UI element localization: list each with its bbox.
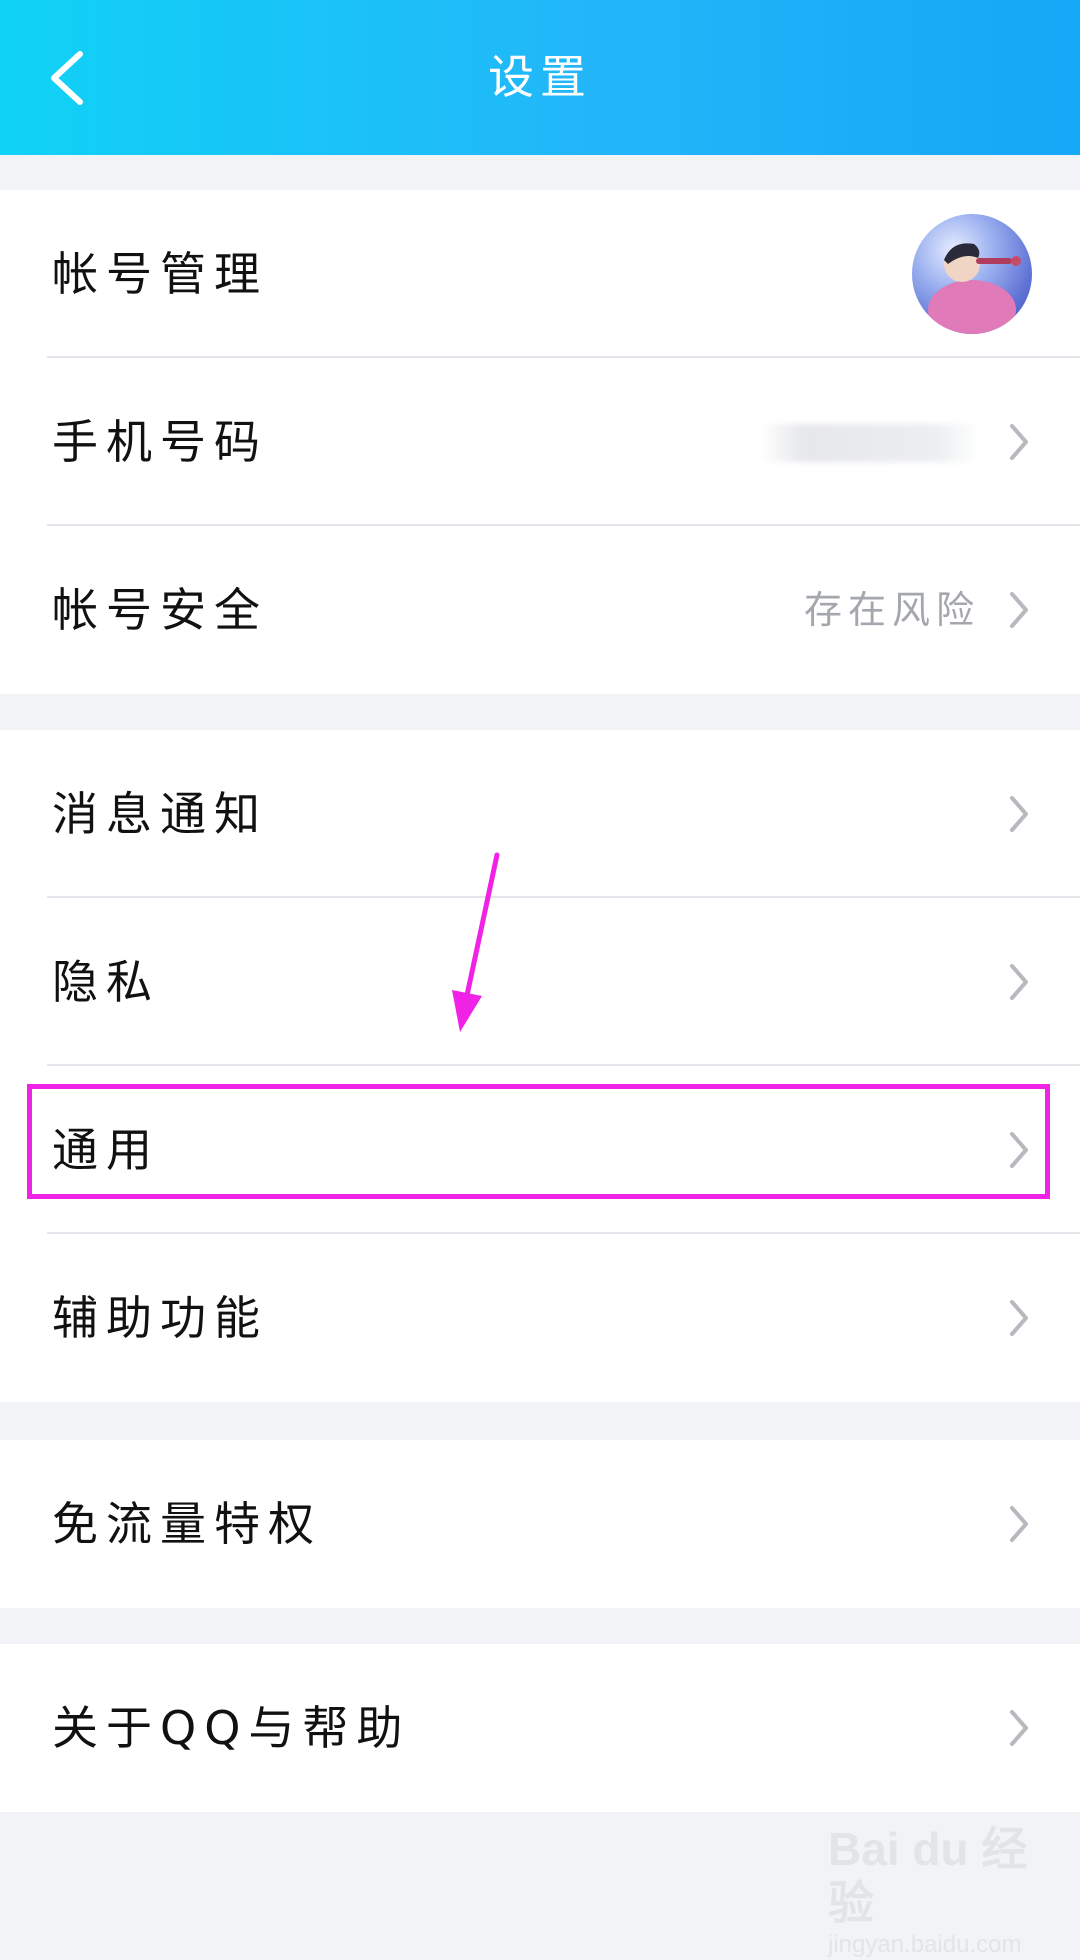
settings-item-account-management[interactable]: 帐号管理 [0, 190, 1080, 358]
settings-item-phone-number[interactable]: 手机号码 [0, 358, 1080, 526]
settings-item-label: 辅助功能 [52, 1291, 268, 1345]
header-bar: 设置 [0, 0, 1080, 155]
settings-item-label: 免流量特权 [52, 1497, 322, 1551]
settings-item-label: 关于QQ与帮助 [52, 1701, 411, 1755]
chevron-right-icon [1010, 1506, 1028, 1542]
avatar[interactable] [912, 214, 1032, 334]
phone-number-redacted [760, 424, 980, 462]
chevron-right-icon [1010, 592, 1028, 628]
settings-item-label: 手机号码 [52, 415, 268, 469]
settings-group-data-plan: 免流量特权 [0, 1440, 1080, 1608]
settings-group-general: 消息通知 隐私 通用 辅助功能 [0, 730, 1080, 1402]
settings-item-accessibility[interactable]: 辅助功能 [0, 1234, 1080, 1402]
settings-item-label: 帐号管理 [52, 247, 268, 301]
settings-item-label: 帐号安全 [52, 583, 268, 637]
avatar-image [928, 243, 1021, 334]
settings-item-label: 消息通知 [52, 787, 268, 841]
settings-item-account-security[interactable]: 帐号安全 存在风险 [0, 526, 1080, 694]
watermark-url: jingyan.baidu.com [828, 1931, 1022, 1958]
chevron-right-icon [1010, 964, 1028, 1000]
highlight-box [27, 1084, 1050, 1199]
chevron-right-icon [1010, 1300, 1028, 1336]
watermark-logo: Bai du 经验 jingyan.baidu.com [828, 1822, 1038, 1958]
annotation-arrow-icon [452, 852, 500, 1032]
chevron-right-icon [1010, 1710, 1028, 1746]
settings-item-free-data[interactable]: 免流量特权 [0, 1440, 1080, 1608]
settings-item-value: 存在风险 [803, 588, 980, 632]
settings-item-label: 隐私 [52, 955, 160, 1009]
settings-item-about-help[interactable]: 关于QQ与帮助 [0, 1644, 1080, 1812]
settings-item-privacy[interactable]: 隐私 [0, 898, 1080, 1066]
chevron-right-icon [1010, 424, 1028, 460]
settings-group-about: 关于QQ与帮助 [0, 1644, 1080, 1812]
page-title: 设置 [488, 50, 592, 104]
settings-item-notifications[interactable]: 消息通知 [0, 730, 1080, 898]
chevron-right-icon [1010, 796, 1028, 832]
settings-group-account: 帐号管理 手机号码 帐号安全 存在风险 [0, 190, 1080, 694]
watermark-brand: Bai du 经验 [828, 1823, 1028, 1929]
